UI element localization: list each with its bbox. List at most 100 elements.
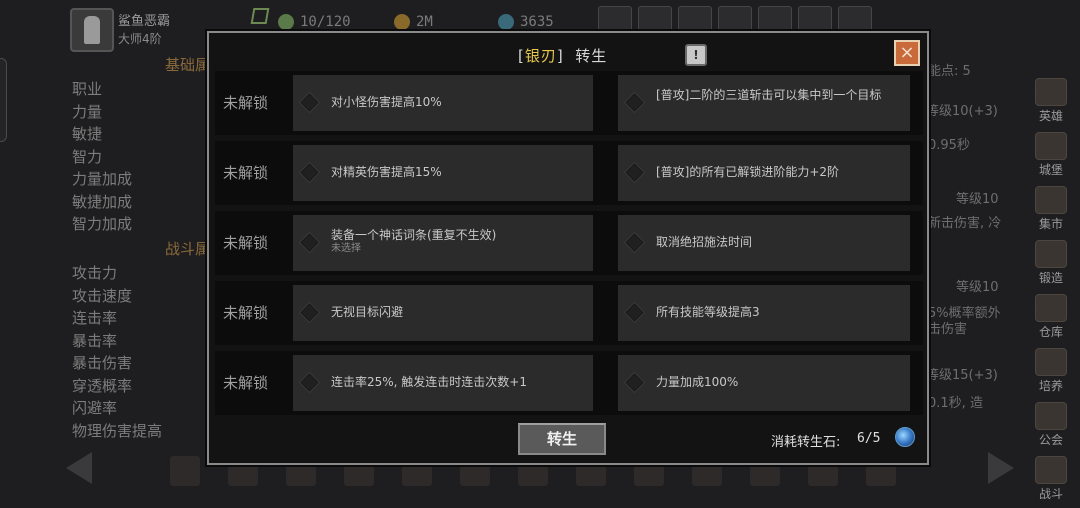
- stat-label: 敏捷加成: [72, 192, 133, 211]
- diamond-icon: [625, 303, 644, 322]
- skill-level: 等级10: [956, 192, 999, 207]
- nav-label: 集市: [1038, 217, 1063, 231]
- option-text: 力量加成100%: [656, 375, 739, 389]
- rebirth-dialog: [银刃] 转生 ! × 未解锁 对小怪伤害提高10% [普攻]二阶的三道斩击可以…: [207, 31, 929, 465]
- dialog-title: [银刃] 转生: [518, 45, 607, 66]
- option-left[interactable]: 装备一个神话词条(重复不生效) 未选择: [293, 215, 593, 271]
- nav-battle[interactable]: 战斗: [1026, 456, 1076, 508]
- row-status-label: 未解锁: [223, 374, 269, 392]
- option-sub-text: 未选择: [331, 243, 361, 254]
- option-text: 无视目标闪避: [331, 305, 404, 319]
- prev-arrow-icon[interactable]: [66, 452, 92, 484]
- stat-label: 攻击速度: [72, 286, 133, 305]
- rebirth-row: 未解锁 对精英伤害提高15% [普攻]的所有已解锁进阶能力+2阶: [215, 141, 923, 205]
- gold-value: 2M: [416, 14, 433, 30]
- title-bracket: ]: [556, 47, 564, 65]
- edit-icon[interactable]: [250, 8, 270, 24]
- skill-detail: 0.1秒, 造: [928, 396, 983, 411]
- option-right[interactable]: [普攻]二阶的三道斩击可以集中到一个目标: [618, 75, 910, 131]
- option-left[interactable]: 对小怪伤害提高10%: [293, 75, 593, 131]
- diamond-icon: [300, 93, 319, 112]
- gem-icon: [498, 14, 514, 30]
- option-text: [普攻]的所有已解锁进阶能力+2阶: [656, 165, 840, 179]
- close-icon[interactable]: ×: [894, 40, 920, 66]
- hero-icon: [1035, 78, 1067, 106]
- rebirth-row: 未解锁 装备一个神话词条(重复不生效) 未选择 取消绝招施法时间: [215, 211, 923, 275]
- diamond-icon: [300, 233, 319, 252]
- rebirth-stone-icon: [895, 427, 915, 447]
- gold-icon: [394, 14, 410, 30]
- guild-icon: [1035, 402, 1067, 430]
- option-text: [普攻]二阶的三道斩击可以集中到一个目标: [656, 88, 882, 102]
- option-left[interactable]: 连击率25%, 触发连击时连击次数+1: [293, 355, 593, 411]
- info-icon[interactable]: !: [685, 44, 707, 66]
- diamond-icon: [625, 163, 644, 182]
- castle-icon: [1035, 132, 1067, 160]
- rebirth-button[interactable]: 转生: [518, 423, 606, 455]
- rebirth-row: 未解锁 对小怪伤害提高10% [普攻]二阶的三道斩击可以集中到一个目标: [215, 71, 923, 135]
- player-avatar[interactable]: [70, 8, 114, 52]
- diamond-icon: [625, 373, 644, 392]
- diamond-icon: [625, 233, 644, 252]
- option-right[interactable]: [普攻]的所有已解锁进阶能力+2阶: [618, 145, 910, 201]
- player-name: 鲨鱼恶霸: [118, 14, 171, 29]
- stat-label: 暴击伤害: [72, 354, 133, 372]
- stat-label: 物理伤害提高: [72, 421, 163, 440]
- left-edge-tab[interactable]: [0, 58, 7, 142]
- skill-level: 等级10: [956, 280, 999, 295]
- stat-label: 力量加成: [72, 170, 133, 188]
- option-main-text: 装备一个神话词条(重复不生效): [331, 228, 497, 242]
- row-status-label: 未解锁: [223, 164, 269, 182]
- next-arrow-icon[interactable]: [988, 452, 1014, 484]
- nav-label: 英雄: [1038, 109, 1063, 123]
- train-icon: [1035, 348, 1067, 376]
- option-text: 连击率25%, 触发连击时连击次数+1: [331, 375, 527, 389]
- nav-label: 培养: [1038, 379, 1063, 393]
- title-bracket: [: [518, 47, 525, 65]
- option-text: 对小怪伤害提高10%: [331, 95, 442, 109]
- nav-train[interactable]: 培养: [1026, 348, 1076, 400]
- energy-icon: [278, 14, 294, 30]
- stats-basic-list: 职业 力量 敏捷 智力 力量加成 敏捷加成 智力加成: [72, 78, 132, 236]
- stat-label: 攻击力: [72, 264, 118, 282]
- nav-guild[interactable]: 公会: [1026, 402, 1076, 454]
- stat-label: 暴击率: [72, 331, 118, 350]
- skill-detail: 新击伤害, 冷: [928, 216, 1002, 231]
- option-right[interactable]: 取消绝招施法时间: [618, 215, 910, 271]
- option-left[interactable]: 对精英伤害提高15%: [293, 145, 593, 201]
- nav-storage[interactable]: 仓库: [1026, 294, 1076, 346]
- cost-value: 6/5: [857, 431, 881, 446]
- nav-label: 锻造: [1038, 271, 1063, 285]
- option-text: 装备一个神话词条(重复不生效) 未选择: [331, 228, 581, 254]
- option-left[interactable]: 无视目标闪避: [293, 285, 593, 341]
- anvil-icon: [1035, 240, 1067, 268]
- rebirth-options-list: 未解锁 对小怪伤害提高10% [普攻]二阶的三道斩击可以集中到一个目标 未解锁 …: [215, 71, 923, 421]
- side-navigation: 英雄 城堡 集市 锻造 仓库 培养 公会 战斗: [1026, 76, 1076, 508]
- hero-thumb[interactable]: [170, 456, 200, 486]
- diamond-icon: [300, 303, 319, 322]
- nav-label: 城堡: [1038, 163, 1063, 177]
- nav-market[interactable]: 集市: [1026, 186, 1076, 238]
- option-text: 取消绝招施法时间: [656, 235, 753, 249]
- row-status-label: 未解锁: [223, 304, 269, 322]
- nav-forge[interactable]: 锻造: [1026, 240, 1076, 292]
- energy-value: 10/120: [300, 14, 351, 30]
- gem-value: 3635: [520, 14, 554, 30]
- option-right[interactable]: 所有技能等级提高3: [618, 285, 910, 341]
- option-right[interactable]: 力量加成100%: [618, 355, 910, 411]
- stat-label: 智力: [72, 147, 103, 166]
- option-text: 所有技能等级提高3: [656, 305, 760, 319]
- stat-label: 力量: [72, 102, 103, 121]
- title-action: 转生: [575, 47, 608, 65]
- nav-label: 公会: [1038, 433, 1063, 447]
- rebirth-row: 未解锁 无视目标闪避 所有技能等级提高3: [215, 281, 923, 345]
- nav-castle[interactable]: 城堡: [1026, 132, 1076, 184]
- diamond-icon: [300, 373, 319, 392]
- stat-label: 闪避率: [72, 399, 118, 417]
- chest-icon: [1035, 294, 1067, 322]
- nav-hero[interactable]: 英雄: [1026, 78, 1076, 130]
- stat-label: 职业: [72, 80, 103, 98]
- nav-label: 仓库: [1038, 325, 1063, 339]
- stat-label: 穿透概率: [72, 376, 133, 395]
- row-status-label: 未解锁: [223, 234, 269, 252]
